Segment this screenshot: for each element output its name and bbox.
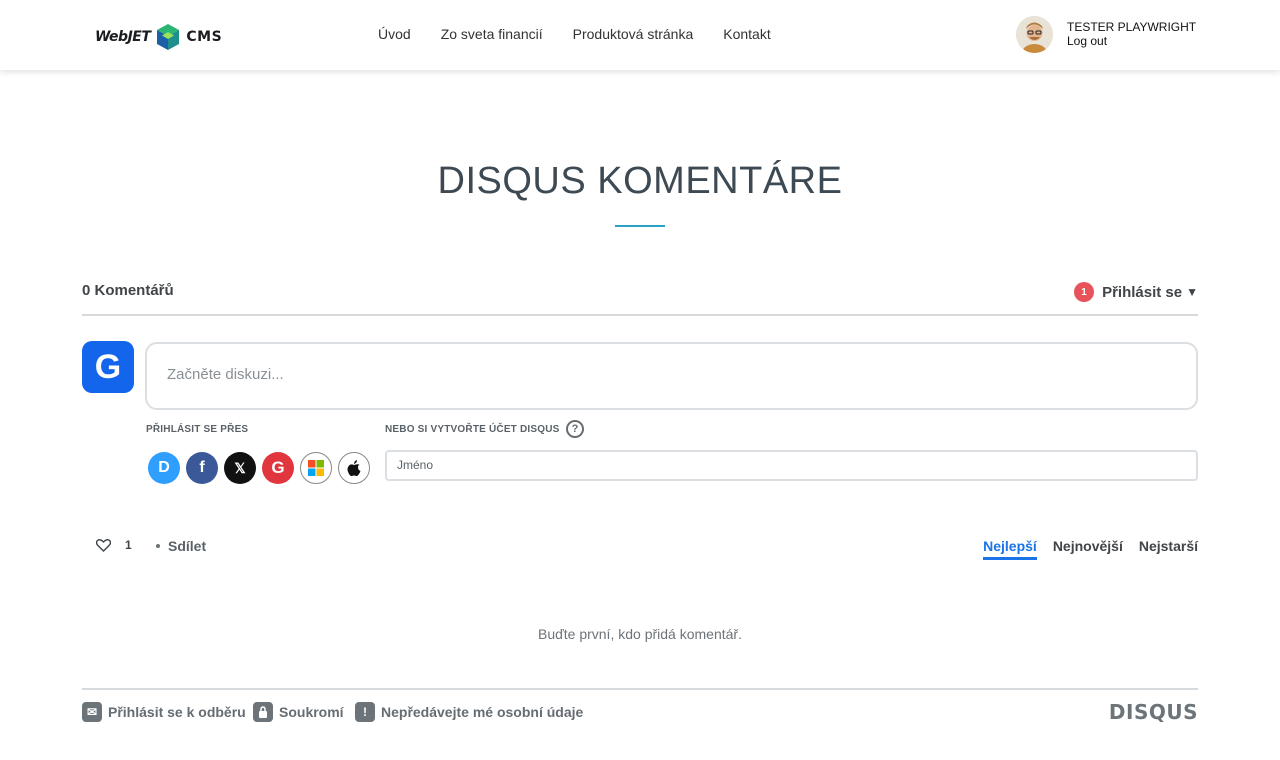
subscribe-link[interactable]: ✉ Přihlásit se k odběru [82,702,246,722]
logo-cube-icon [157,24,180,50]
like-count: 1 [125,538,132,552]
facebook-icon[interactable]: f [186,452,218,484]
do-not-sell-label[interactable]: Nepředávejte mé osobní údaje [381,704,583,720]
create-account-label: NEBO SI VYTVOŘTE ÚČET DISQUS [385,424,560,435]
google-icon[interactable]: G [262,452,294,484]
logo-text-right: CMS [186,29,223,45]
title-underline [615,225,665,227]
logout-link[interactable]: Log out [1067,34,1196,48]
login-dropdown[interactable]: 1 Přihlásit se ▼ [1074,282,1198,302]
webjet-logo[interactable]: WebJET CMS [95,22,235,52]
nav-item-contact[interactable]: Kontakt [723,26,770,42]
name-field[interactable]: Jméno [385,450,1198,481]
tab-oldest[interactable]: Nejstarší [1139,538,1198,560]
disqus-widget: 0 Komentářů 1 Přihlásit se ▼ G Začněte d… [82,270,1198,724]
envelope-icon: ✉ [82,702,102,722]
user-info: TESTER PLAYWRIGHT Log out [1067,20,1196,48]
like-button[interactable]: 1 [96,538,132,552]
privacy-label[interactable]: Soukromí [279,704,344,720]
comment-input[interactable]: Začněte diskuzi... [145,342,1198,410]
avatar[interactable] [1016,16,1053,53]
disqus-topbar: 0 Komentářů 1 Přihlásit se ▼ [82,270,1198,316]
share-button[interactable]: Sdílet [156,538,206,554]
help-icon[interactable]: ? [566,420,584,438]
apple-icon[interactable] [338,452,370,484]
nav-item-product[interactable]: Produktová stránka [573,26,694,42]
disqus-footer: ✉ Přihlásit se k odběru Soukromí ! Nepře… [82,688,1198,728]
nav-item-uvod[interactable]: Úvod [378,26,411,42]
main-nav: Úvod Zo sveta financií Produktová stránk… [378,26,801,42]
alert-icon: ! [355,702,375,722]
login-label[interactable]: Přihlásit se [1102,284,1182,301]
heart-icon [96,538,111,552]
disqus-icon[interactable]: D [148,452,180,484]
site-header: WebJET CMS Úvod Zo sveta financií Produk… [0,0,1280,70]
tab-best[interactable]: Nejlepší [983,538,1037,560]
tab-newest[interactable]: Nejnovější [1053,538,1123,560]
social-login-list: D f 𝕏 G [148,452,376,484]
separator-dot [156,544,160,548]
logo-text-left: WebJET [95,29,151,45]
share-label[interactable]: Sdílet [168,538,206,554]
privacy-link[interactable]: Soukromí [253,702,344,722]
empty-state-text: Buďte první, kdo přidá komentář. [538,626,742,642]
login-via-label: PŘIHLÁSIT SE PŘES [146,424,249,435]
page-title: DISQUS KOMENTÁRE [437,160,843,202]
x-icon[interactable]: 𝕏 [224,452,256,484]
notification-badge[interactable]: 1 [1074,282,1095,302]
user-menu: TESTER PLAYWRIGHT Log out [1016,16,1196,53]
sort-tabs: Nejlepší Nejnovější Nejstarší [967,538,1198,560]
avatar-image-icon [1016,16,1053,53]
lock-icon [253,702,273,722]
user-name: TESTER PLAYWRIGHT [1067,20,1197,34]
thread-actions: 1 Sdílet Nejlepší Nejnovější Nejstarší [82,538,1198,560]
microsoft-icon[interactable] [300,452,332,484]
user-avatar-g: G [82,341,134,393]
disqus-logo[interactable]: DISQUS [1109,700,1198,724]
do-not-sell-link[interactable]: ! Nepředávejte mé osobní údaje [355,702,583,722]
comment-count: 0 Komentářů [82,282,174,299]
subscribe-label[interactable]: Přihlásit se k odběru [108,704,246,720]
nav-item-finance[interactable]: Zo sveta financií [441,26,543,42]
caret-down-icon[interactable]: ▼ [1186,285,1198,299]
